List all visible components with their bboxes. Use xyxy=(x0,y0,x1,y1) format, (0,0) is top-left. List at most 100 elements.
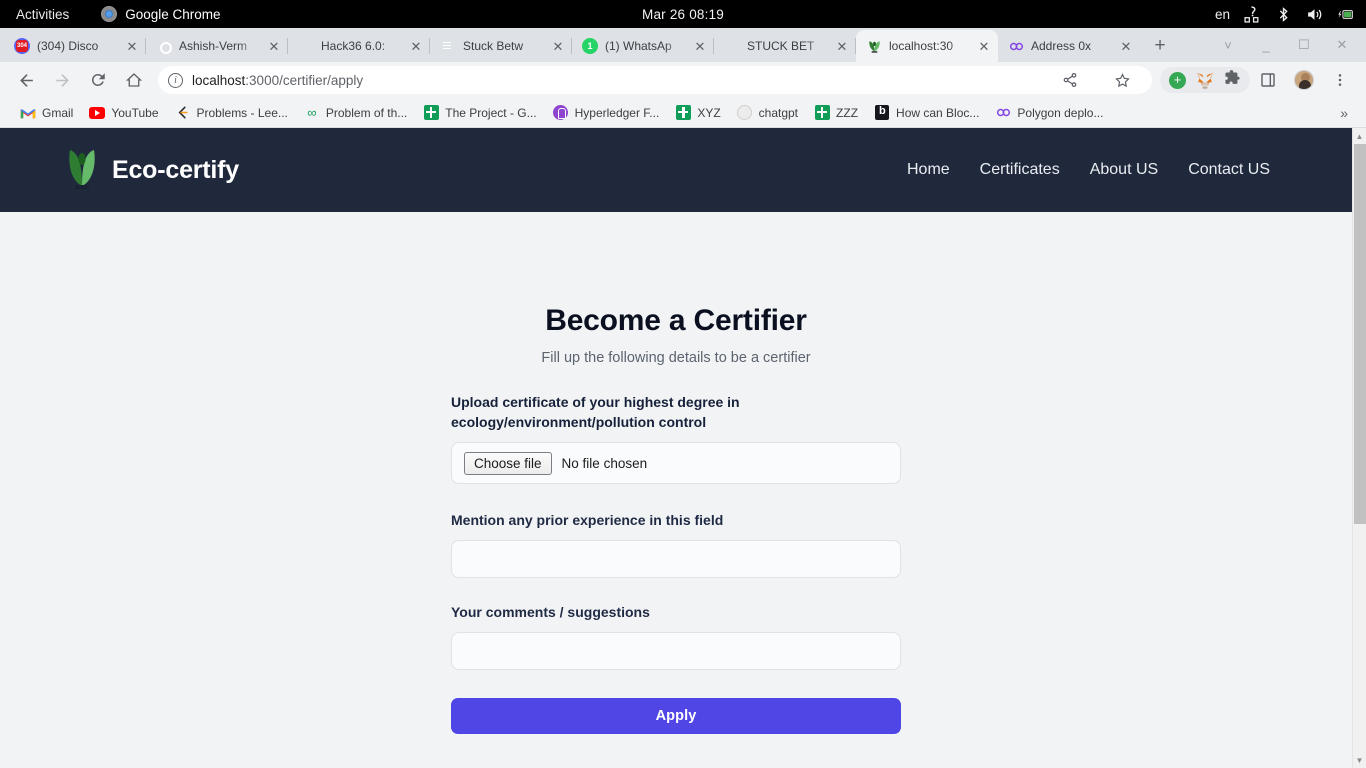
bookmark-item[interactable]: XYZ xyxy=(667,101,728,125)
scroll-down-arrow-icon[interactable]: ▼ xyxy=(1353,752,1366,768)
leetcode-icon xyxy=(175,105,191,121)
prior-experience-label: Mention any prior experience in this fie… xyxy=(451,512,724,528)
url-host: localhost xyxy=(192,72,246,88)
tab-close-icon[interactable]: ✕ xyxy=(266,38,282,54)
blog-icon xyxy=(874,105,890,121)
scroll-up-arrow-icon[interactable]: ▲ xyxy=(1353,128,1366,144)
browser-tab[interactable]: 304 (304) Disco ✕ xyxy=(4,30,146,62)
hyperledger-icon xyxy=(553,105,569,121)
bookmark-label: How can Bloc... xyxy=(896,105,980,120)
bookmark-label: The Project - G... xyxy=(445,105,537,120)
bookmark-label: ZZZ xyxy=(836,105,859,120)
brave-icon xyxy=(724,38,740,54)
bookmark-item[interactable]: ZZZ xyxy=(806,101,866,125)
tab-title: Address 0x xyxy=(1031,39,1092,53)
bookmark-item[interactable]: ∞ Problem of th... xyxy=(296,101,415,125)
bookmark-star-icon[interactable] xyxy=(1107,65,1137,95)
browser-tab[interactable]: 1 (1) WhatsAp ✕ xyxy=(572,30,714,62)
bookmark-item[interactable]: How can Bloc... xyxy=(866,101,987,125)
share-icon[interactable] xyxy=(1055,65,1085,95)
browser-tab-strip: 304 (304) Disco ✕ Ashish-Verm ✕ Hack36 6… xyxy=(0,28,1366,62)
eco-certify-icon xyxy=(866,38,882,54)
kebab-menu-icon[interactable] xyxy=(1325,65,1355,95)
nav-link-certificates[interactable]: Certificates xyxy=(980,161,1060,179)
bookmark-item[interactable]: chatgpt xyxy=(729,101,806,125)
tab-search-chevron-down-icon[interactable]: ˅ xyxy=(1210,29,1246,61)
bookmark-item[interactable]: Polygon deplo... xyxy=(987,101,1111,125)
battery-charging-icon[interactable] xyxy=(1337,6,1354,23)
bookmark-item[interactable]: Gmail xyxy=(12,101,81,125)
tab-close-icon[interactable]: ✕ xyxy=(550,38,566,54)
browser-tab[interactable]: Hack36 6.0: ✕ xyxy=(288,30,430,62)
browser-tab[interactable]: Ashish-Verm ✕ xyxy=(146,30,288,62)
back-arrow-icon[interactable] xyxy=(11,65,41,95)
metamask-icon[interactable] xyxy=(1196,72,1214,89)
comments-suggestions-input[interactable] xyxy=(451,632,901,670)
bookmark-item[interactable]: Hyperledger F... xyxy=(545,101,668,125)
tab-close-icon[interactable]: ✕ xyxy=(976,38,992,54)
bookmark-label: XYZ xyxy=(697,105,721,120)
choose-file-button[interactable]: Choose file xyxy=(464,451,552,475)
bookmark-label: YouTube xyxy=(111,105,159,120)
active-app-indicator[interactable]: Google Chrome xyxy=(101,6,221,22)
bookmarks-bar: Gmail YouTube Problems - Lee... ∞ Proble… xyxy=(0,98,1366,128)
page-subtitle: Fill up the following details to be a ce… xyxy=(541,350,811,366)
nav-link-about-us[interactable]: About US xyxy=(1090,161,1158,179)
add-extension-icon[interactable]: + xyxy=(1169,71,1186,89)
browser-tab[interactable]: Stuck Betw ✕ xyxy=(430,30,572,62)
bluetooth-icon[interactable] xyxy=(1275,6,1292,23)
tab-close-icon[interactable]: ✕ xyxy=(124,38,140,54)
volume-icon[interactable] xyxy=(1306,6,1323,23)
browser-tab[interactable]: STUCK BET ✕ xyxy=(714,30,856,62)
upload-certificate-field[interactable]: Choose file No file chosen xyxy=(451,442,901,484)
avatar[interactable] xyxy=(1289,65,1319,95)
home-icon[interactable] xyxy=(119,65,149,95)
brand-logo[interactable]: Eco-certify xyxy=(66,146,239,195)
infinity-icon: ∞ xyxy=(307,105,317,120)
site-info-icon[interactable]: i xyxy=(168,72,183,88)
bookmark-item[interactable]: The Project - G... xyxy=(415,101,544,125)
network-icon[interactable] xyxy=(1244,5,1261,23)
bookmark-item[interactable]: Problems - Lee... xyxy=(167,101,296,125)
tab-close-icon[interactable]: ✕ xyxy=(834,38,850,54)
bookmark-label: Hyperledger F... xyxy=(574,105,660,120)
chosen-file-status: No file chosen xyxy=(561,455,648,471)
nav-link-contact-us[interactable]: Contact US xyxy=(1188,161,1270,179)
scrollbar-thumb[interactable] xyxy=(1353,144,1366,524)
tab-close-icon[interactable]: ✕ xyxy=(1118,38,1134,54)
scrollbar-track[interactable] xyxy=(1353,144,1366,752)
page-scrollbar[interactable]: ▲ ▼ xyxy=(1352,128,1366,768)
close-window-button[interactable]: ✕ xyxy=(1324,29,1360,61)
browser-tab-active[interactable]: localhost:30 ✕ xyxy=(856,30,998,62)
forward-arrow-icon[interactable] xyxy=(47,65,77,95)
maximize-button[interactable]: ☐ xyxy=(1286,29,1322,61)
reload-icon[interactable] xyxy=(83,65,113,95)
page-viewport: Eco-certify Home Certificates About US C… xyxy=(0,128,1366,768)
polygonscan-icon xyxy=(995,105,1011,121)
bookmark-item[interactable]: YouTube xyxy=(81,101,166,125)
side-panel-icon[interactable] xyxy=(1253,65,1283,95)
site-navigation: Home Certificates About US Contact US xyxy=(907,161,1270,179)
chrome-icon xyxy=(101,6,118,22)
tab-title: (1) WhatsAp xyxy=(605,39,672,53)
nav-link-home[interactable]: Home xyxy=(907,161,950,179)
bookmarks-overflow-button[interactable]: » xyxy=(1340,105,1358,121)
system-top-bar: Activities Google Chrome Mar 26 08:19 en xyxy=(0,0,1366,28)
omnibox-actions xyxy=(1052,65,1140,95)
apply-button[interactable]: Apply xyxy=(451,698,901,734)
system-clock[interactable]: Mar 26 08:19 xyxy=(642,7,724,22)
browser-tab[interactable]: Address 0x ✕ xyxy=(998,30,1140,62)
keyboard-language-indicator[interactable]: en xyxy=(1215,7,1230,22)
minimize-button[interactable]: _ xyxy=(1248,29,1284,61)
main-content: Become a Certifier Fill up the following… xyxy=(0,212,1352,734)
page-title: Become a Certifier xyxy=(545,304,807,337)
activities-button[interactable]: Activities xyxy=(0,7,83,22)
puzzle-extensions-icon[interactable] xyxy=(1224,69,1241,91)
tab-close-icon[interactable]: ✕ xyxy=(692,38,708,54)
address-bar[interactable]: i localhost:3000/certifier/apply xyxy=(158,66,1152,94)
tab-close-icon[interactable]: ✕ xyxy=(408,38,424,54)
green-plus-icon xyxy=(423,105,439,121)
new-tab-button[interactable]: + xyxy=(1146,32,1174,60)
prior-experience-input[interactable] xyxy=(451,540,901,578)
green-plus-icon xyxy=(814,105,830,121)
